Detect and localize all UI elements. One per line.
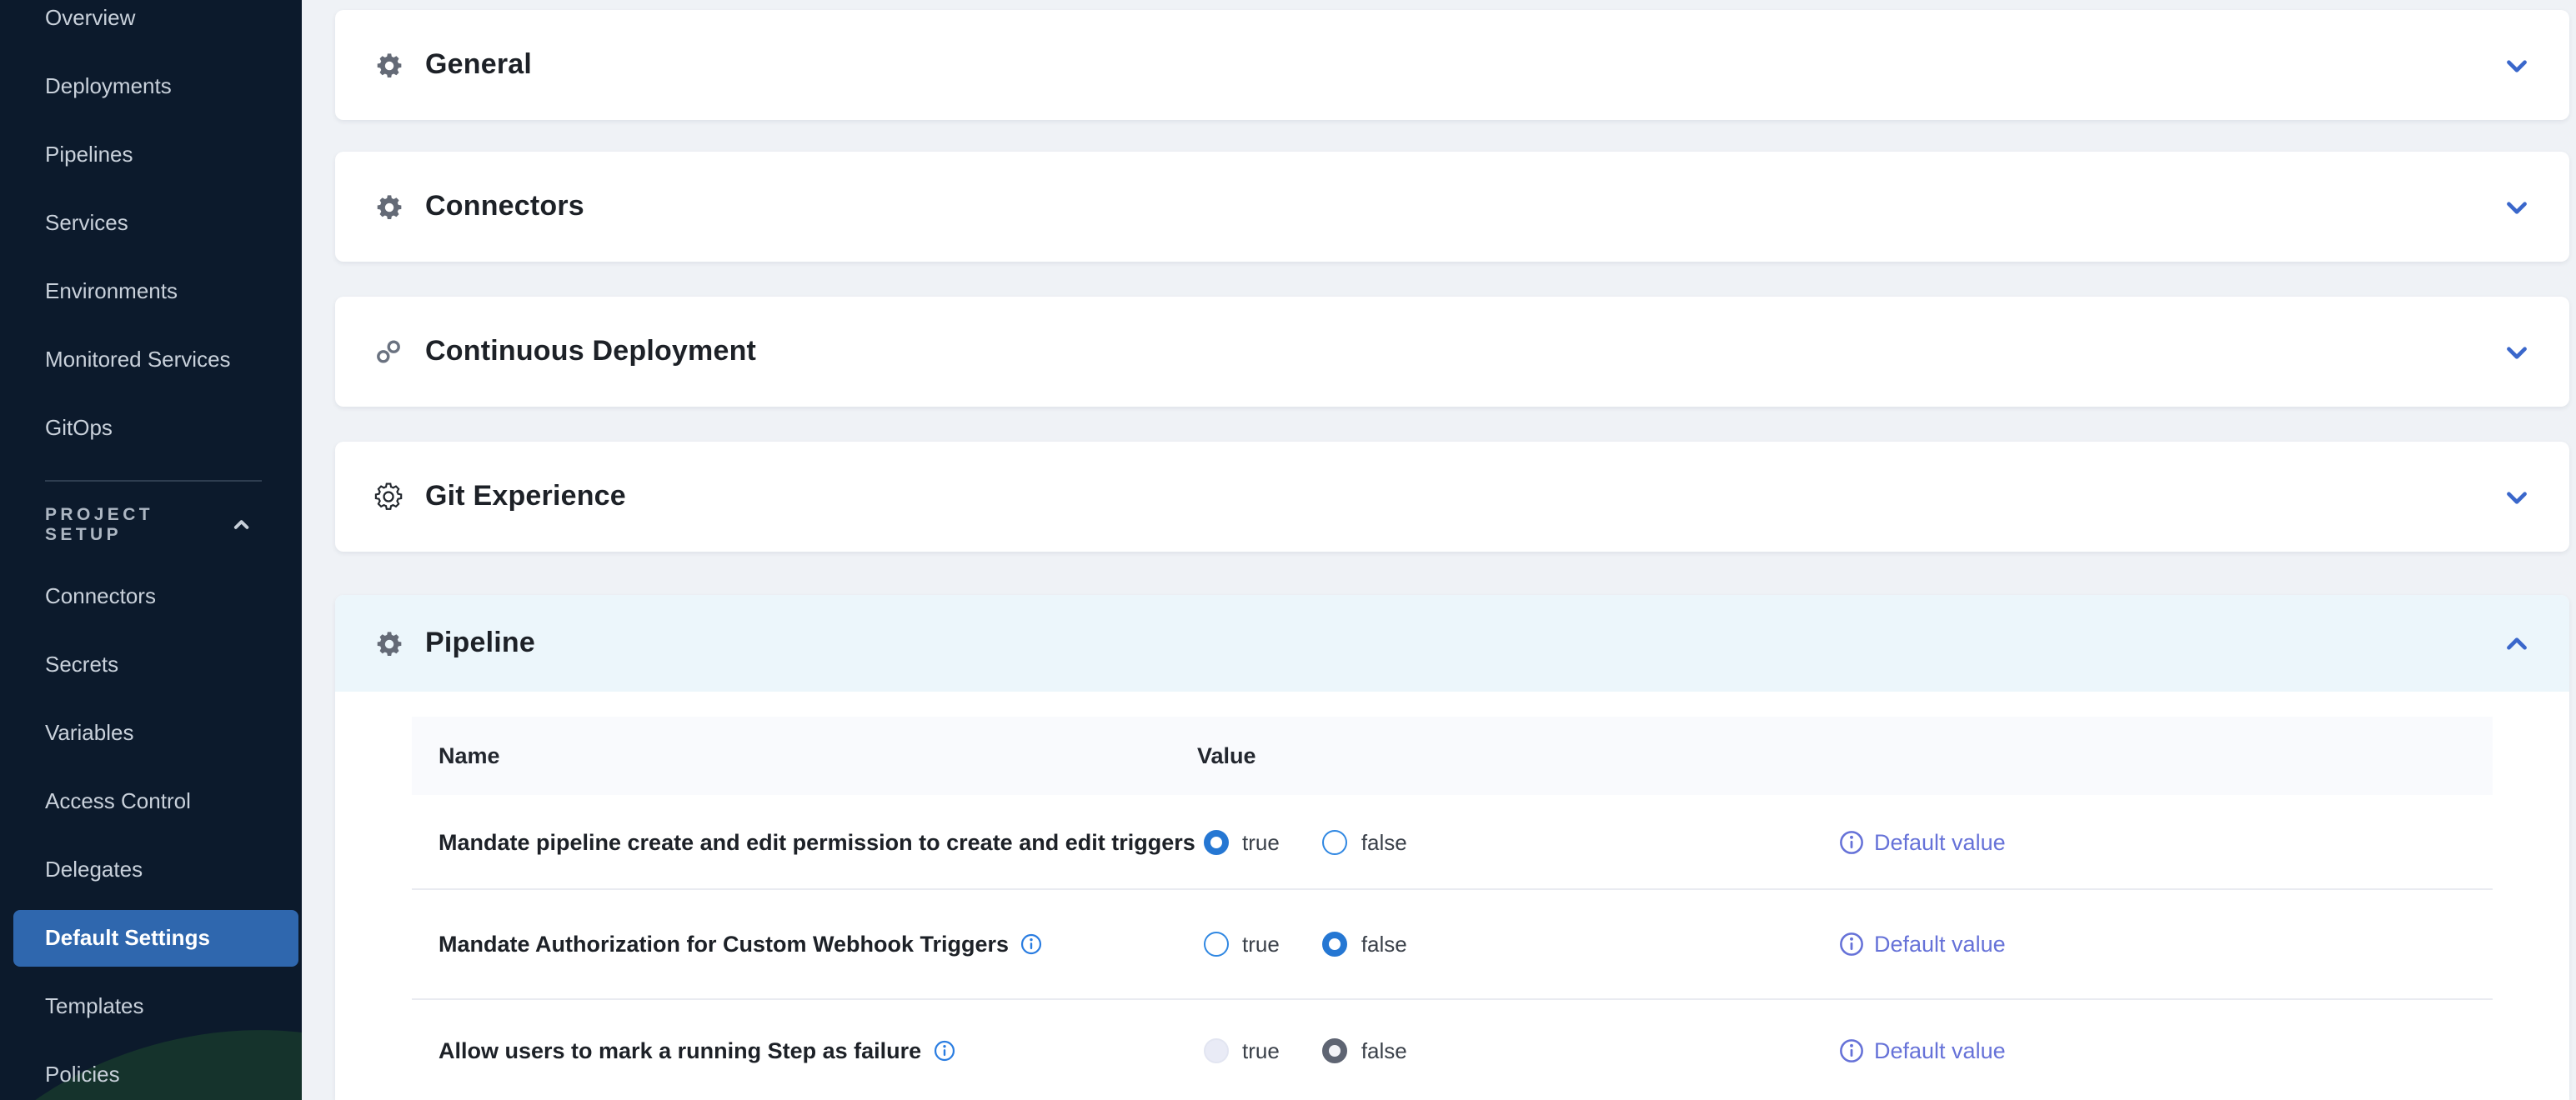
info-icon [1839,1038,1864,1063]
radio-group: true false [1204,932,1451,957]
sidebar-item-monitored-services[interactable]: Monitored Services [0,324,302,392]
gear-icon [370,51,407,79]
default-value-label: Default value [1874,932,2006,957]
radio-label: true [1242,829,1280,854]
setting-name: Mandate Authorization for Custom Webhook… [412,932,1197,957]
sidebar: Overview Deployments Pipelines Services … [0,0,302,1100]
sidebar-item-secrets[interactable]: Secrets [0,630,302,698]
sidebar-item-variables[interactable]: Variables [0,698,302,767]
radio-button[interactable] [1204,829,1229,854]
chevron-up-icon[interactable] [233,515,252,535]
radio-label: false [1361,1038,1407,1063]
sidebar-divider [45,480,262,482]
default-value-link[interactable]: Default value [1839,1038,2006,1063]
radio-button[interactable] [1323,932,1348,957]
section-header-connectors[interactable]: Connectors [335,152,2569,262]
section-card-connectors: Connectors [335,152,2569,262]
default-value-link[interactable]: Default value [1839,932,2006,957]
radio-label: true [1242,932,1280,957]
sidebar-item-default-settings[interactable]: Default Settings [13,909,298,966]
sidebar-item-connectors[interactable]: Connectors [0,562,302,630]
sidebar-item-gitops[interactable]: GitOps [0,392,302,461]
chain-link-icon [370,338,407,365]
chevron-down-icon[interactable] [2503,338,2531,366]
radio-button[interactable] [1323,1038,1348,1063]
section-title: Connectors [425,190,584,223]
gear-icon [370,192,407,221]
section-card-general: General [335,10,2569,120]
pipeline-settings-table: Name Value Mandate pipeline create and e… [412,717,2493,1100]
section-header-pipeline[interactable]: Pipeline [335,595,2569,692]
radio-group: true false [1204,829,1451,854]
project-setup-label: PROJECT SETUP [45,505,233,545]
info-icon[interactable] [933,1040,955,1062]
sidebar-item-access-control[interactable]: Access Control [0,767,302,835]
default-value-label: Default value [1874,829,2006,854]
radio-button[interactable] [1204,1038,1229,1063]
sidebar-section-project-setup[interactable]: PROJECT SETUP [45,505,252,545]
table-row: Allow users to mark a running Step as fa… [412,1000,2493,1100]
radio-button[interactable] [1204,932,1229,957]
setting-name: Allow users to mark a running Step as fa… [412,1038,1197,1063]
chevron-down-icon[interactable] [2503,192,2531,221]
sidebar-project-nav: Connectors Secrets Variables Access Cont… [0,562,302,1100]
radio-option-true[interactable]: true [1204,932,1280,957]
sidebar-item-delegates[interactable]: Delegates [0,835,302,903]
setting-name-text: Mandate pipeline create and edit permiss… [439,829,1195,854]
sidebar-item-services[interactable]: Services [0,188,302,256]
table-header-row: Name Value [412,717,2493,795]
info-icon[interactable] [1020,933,1042,955]
radio-option-false[interactable]: false [1323,829,1407,854]
sidebar-item-templates[interactable]: Templates [0,972,302,1040]
column-header-value: Value [1197,743,1256,768]
gear-icon [370,629,407,658]
sidebar-item-environments[interactable]: Environments [0,256,302,324]
chevron-down-icon[interactable] [2503,482,2531,511]
setting-name: Mandate pipeline create and edit permiss… [412,829,1197,854]
sidebar-item-policies[interactable]: Policies [0,1040,302,1100]
sidebar-item-overview[interactable]: Overview [0,0,302,51]
info-icon [1839,829,1864,854]
section-title: Git Experience [425,480,626,513]
radio-option-true[interactable]: true [1204,829,1280,854]
table-row: Mandate pipeline create and edit permiss… [412,795,2493,890]
sidebar-item-pipelines[interactable]: Pipelines [0,119,302,188]
section-title: Continuous Deployment [425,335,756,368]
chevron-up-icon[interactable] [2503,629,2531,658]
radio-option-false[interactable]: false [1323,932,1407,957]
section-card-git-experience: Git Experience [335,442,2569,552]
default-settings-page: Overview Deployments Pipelines Services … [0,0,2576,1100]
section-card-continuous-deployment: Continuous Deployment [335,297,2569,407]
sidebar-item-deployments[interactable]: Deployments [0,51,302,119]
radio-group: true false [1204,1038,1451,1063]
radio-option-true[interactable]: true [1204,1038,1280,1063]
section-card-pipeline: Pipeline Name Value Mandate pipeline cre… [335,595,2569,1100]
section-header-continuous-deployment[interactable]: Continuous Deployment [335,297,2569,407]
info-icon [1839,932,1864,957]
chevron-down-icon[interactable] [2503,51,2531,79]
radio-option-false[interactable]: false [1323,1038,1407,1063]
default-value-link[interactable]: Default value [1839,829,2006,854]
table-row: Mandate Authorization for Custom Webhook… [412,890,2493,1000]
radio-label: false [1361,932,1407,957]
section-header-git-experience[interactable]: Git Experience [335,442,2569,552]
setting-name-text: Mandate Authorization for Custom Webhook… [439,932,1009,957]
radio-button[interactable] [1323,829,1348,854]
sidebar-nav: Overview Deployments Pipelines Services … [0,0,302,461]
default-value-label: Default value [1874,1038,2006,1063]
gear-outline-icon [370,482,407,512]
section-header-general[interactable]: General [335,10,2569,120]
section-title: General [425,48,532,82]
column-header-name: Name [412,743,1197,768]
setting-name-text: Allow users to mark a running Step as fa… [439,1038,921,1063]
radio-label: false [1361,829,1407,854]
section-title: Pipeline [425,627,535,660]
radio-label: true [1242,1038,1280,1063]
